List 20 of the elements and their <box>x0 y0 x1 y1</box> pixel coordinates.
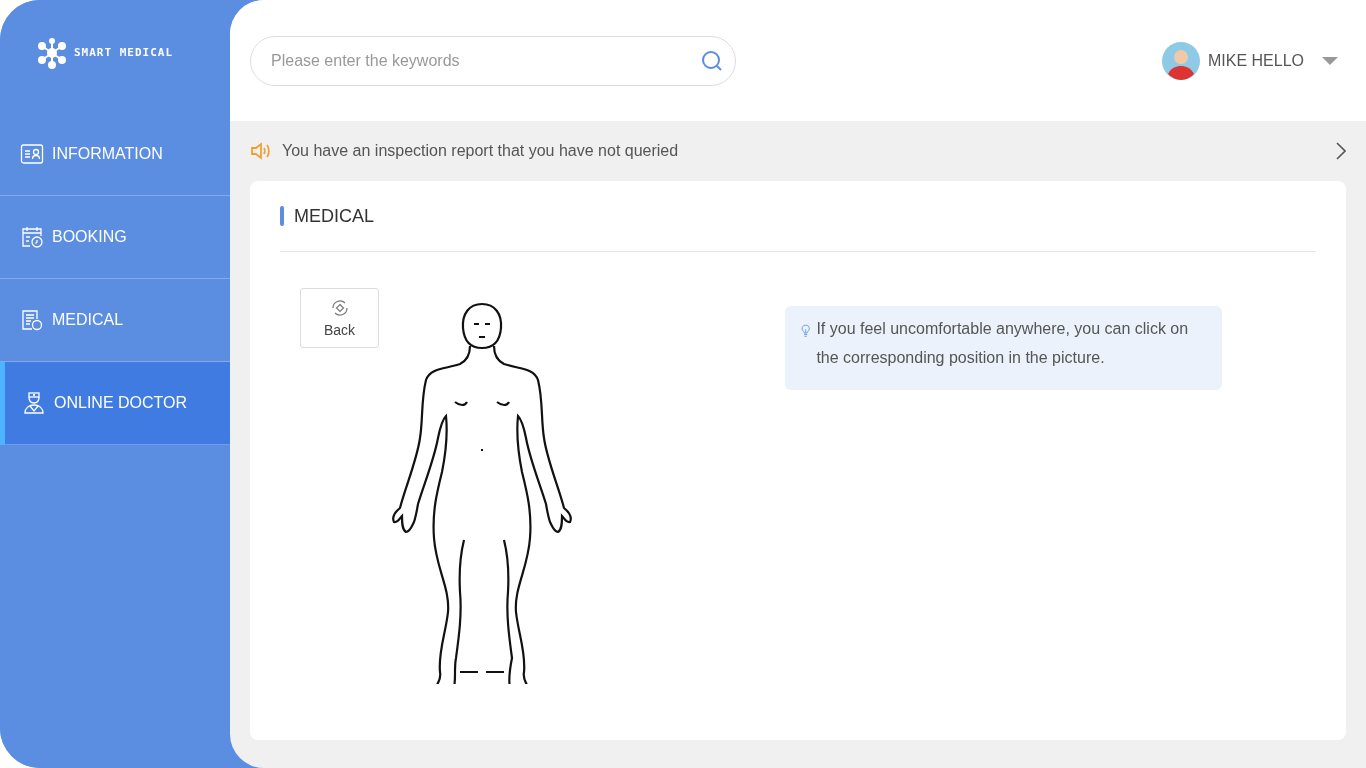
avatar-icon <box>1161 41 1200 80</box>
back-button[interactable]: Back <box>300 288 379 348</box>
logo-text: SMART MEDICAL <box>74 46 174 59</box>
molecule-logo-icon <box>36 36 68 69</box>
rotate-icon <box>329 298 350 318</box>
user-name[interactable]: MIKE HELLO <box>1207 51 1304 70</box>
report-icon <box>20 308 44 332</box>
doctor-icon <box>22 391 46 415</box>
id-card-icon <box>20 142 44 166</box>
calendar-clock-icon <box>20 225 44 249</box>
caret-icon[interactable] <box>1322 55 1338 66</box>
notice-text: You have an inspection report that you have not queried <box>282 142 680 160</box>
hint-text: If you feel uncomfortable anywhere, you can click on the corresponding position in the picture. <box>816 319 1190 368</box>
chevron-right-icon[interactable] <box>1336 142 1346 160</box>
human-body-drawing[interactable] <box>389 302 575 684</box>
panel-title: MEDICAL <box>294 205 374 227</box>
sidebar-item[interactable]: ONLINE DOCTOR <box>0 362 230 445</box>
search-field[interactable]: Please enter the keywords <box>250 35 736 86</box>
speaker-icon <box>250 141 272 161</box>
search-icon[interactable] <box>700 48 724 73</box>
